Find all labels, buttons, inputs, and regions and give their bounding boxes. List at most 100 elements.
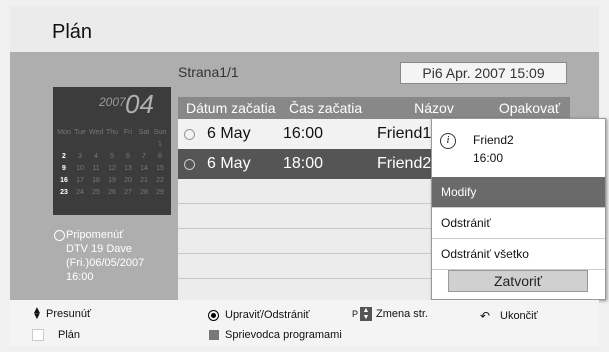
table-header: Dátum začatia Čas začatia Názov Opakovať xyxy=(178,97,570,119)
calendar-cell: 20 xyxy=(124,177,132,184)
calendar-cell: 13 xyxy=(124,165,132,172)
menu-item-modify[interactable]: Modify xyxy=(432,177,605,208)
calendar-cell xyxy=(137,139,151,151)
column-header-start-date: Dátum začatia xyxy=(186,100,276,116)
gray-button-icon xyxy=(209,330,219,340)
reminder-line: (Fri.)06/05/2007 xyxy=(66,257,145,269)
calendar-row: 1 xyxy=(57,139,167,151)
legend-label: Upraviť/Odstrániť xyxy=(225,309,310,321)
calendar-cell: 3 xyxy=(78,153,82,160)
clock-icon xyxy=(54,230,65,241)
legend-edit: Upraviť/Odstrániť xyxy=(208,309,310,321)
calendar-cell: 29 xyxy=(156,189,164,196)
close-button[interactable]: Zatvoriť xyxy=(448,270,588,292)
legend-label: Presunúť xyxy=(46,308,92,320)
calendar-cell xyxy=(73,139,87,151)
popup-program-name: Friend2 xyxy=(473,133,514,147)
calendar-cell: 21 xyxy=(140,177,148,184)
calendar-cell: 18 xyxy=(92,177,100,184)
calendar-cell: 10 xyxy=(76,165,84,172)
current-datetime: Pi6 Apr. 2007 15:09 xyxy=(400,62,567,84)
clock-icon xyxy=(184,128,195,140)
calendar-cell xyxy=(105,139,119,151)
calendar-cell: 25 xyxy=(92,189,100,196)
calendar-row: 23 24 25 26 27 28 29 xyxy=(57,187,167,199)
calendar-cell xyxy=(57,139,71,151)
calendar-cell xyxy=(121,139,135,151)
reminder-line: 16:00 xyxy=(66,271,94,283)
calendar-row: Mon Tue Wed Thu Fri Sat Sun xyxy=(57,127,167,139)
exit-icon: ↶ xyxy=(480,309,491,323)
p-label: P xyxy=(352,309,359,319)
calendar-cell: 8 xyxy=(158,153,162,160)
screen: Plán Strana1/1 Pi6 Apr. 2007 15:09 2007 … xyxy=(10,6,606,346)
legend-label: Ukončiť xyxy=(500,310,538,322)
up-down-arrow-icon: ▲ ▼ xyxy=(32,305,42,322)
mini-calendar: 2007 04 Mon Tue Wed Thu Fri Sat Sun 1 2 … xyxy=(53,87,171,215)
column-header-repeat: Opakovať xyxy=(498,100,561,116)
row-time: 16:00 xyxy=(283,125,324,142)
reminder-line: DTV 19 Dave xyxy=(66,243,133,255)
calendar-row: 16 17 18 19 20 21 22 xyxy=(57,175,167,187)
calendar-cell: 15 xyxy=(156,165,164,172)
page-indicator: Strana1/1 xyxy=(178,64,239,80)
footer-legend: ▲ ▼ Presunúť Upraviť/Odstrániť P ▲ ▼ Zmena… xyxy=(10,300,599,346)
calendar-cell: Tue xyxy=(74,129,86,136)
menu-item-delete-all[interactable]: Odstrániť všetko xyxy=(432,239,605,270)
calendar-cell: 12 xyxy=(108,165,116,172)
legend-label: Sprievodca programami xyxy=(225,329,342,341)
calendar-cell: 22 xyxy=(156,177,164,184)
white-button-icon xyxy=(32,329,44,341)
calendar-cell: Sat xyxy=(138,129,150,136)
menu-item-delete[interactable]: Odstrániť xyxy=(432,208,605,239)
info-icon: i xyxy=(440,133,456,149)
calendar-cell xyxy=(89,139,103,151)
clock-icon xyxy=(184,158,195,170)
calendar-grid: Mon Tue Wed Thu Fri Sat Sun 1 2 3 4 5 6 … xyxy=(57,127,167,199)
row-time: 18:00 xyxy=(283,155,324,172)
ok-button-icon xyxy=(208,309,219,321)
context-menu-popup: i Friend2 16:00 Modify Odstrániť Odstrán… xyxy=(431,118,606,300)
calendar-cell: Sun xyxy=(153,129,167,136)
legend-plan: Plán xyxy=(32,329,80,341)
calendar-cell: Thu xyxy=(105,129,119,136)
calendar-row: 9 10 11 12 13 14 15 xyxy=(57,163,167,175)
calendar-cell: 4 xyxy=(94,153,98,160)
calendar-cell: 19 xyxy=(108,177,116,184)
calendar-cell: 16 xyxy=(60,177,68,184)
reminder-line: Pripomenúť xyxy=(66,229,124,241)
popup-program-time: 16:00 xyxy=(473,151,504,165)
calendar-cell: 5 xyxy=(110,153,114,160)
row-date: 6 May xyxy=(207,125,251,142)
calendar-cell: 27 xyxy=(124,189,132,196)
header: Plán xyxy=(10,6,599,52)
legend-move: ▲ ▼ Presunúť xyxy=(32,305,92,322)
page-title: Plán xyxy=(52,21,93,43)
calendar-row: 2 3 4 5 6 7 8 xyxy=(57,151,167,163)
calendar-cell: Mon xyxy=(57,129,71,136)
calendar-year: 2007 xyxy=(99,95,126,109)
page-up-down-icon: ▲ ▼ xyxy=(360,307,373,321)
legend-exit: ↶ Ukončiť xyxy=(480,309,538,323)
column-header-name: Názov xyxy=(414,100,454,116)
calendar-cell: 6 xyxy=(126,153,130,160)
calendar-cell: Wed xyxy=(89,129,104,136)
legend-guide: Sprievodca programami xyxy=(209,329,342,341)
calendar-cell: 14 xyxy=(140,165,148,172)
calendar-cell: 7 xyxy=(142,153,146,160)
calendar-cell: 1 xyxy=(158,141,162,148)
calendar-cell: 23 xyxy=(60,189,68,196)
calendar-cell: 2 xyxy=(62,153,66,160)
calendar-cell: 26 xyxy=(108,189,116,196)
legend-page: P ▲ ▼ Zmena str. xyxy=(352,307,428,321)
reminder-info: Pripomenúť DTV 19 Dave (Fri.)06/05/2007 … xyxy=(54,228,174,284)
calendar-cell: Fri xyxy=(123,129,133,136)
calendar-cell: 9 xyxy=(62,165,66,172)
calendar-cell: 11 xyxy=(92,165,100,172)
row-date: 6 May xyxy=(207,155,251,172)
legend-label: Plán xyxy=(58,329,81,341)
legend-label: Zmena str. xyxy=(376,308,428,320)
popup-menu: Modify Odstrániť Odstrániť všetko xyxy=(432,177,605,270)
calendar-cell: 24 xyxy=(76,189,84,196)
column-header-start-time: Čas začatia xyxy=(289,100,363,116)
